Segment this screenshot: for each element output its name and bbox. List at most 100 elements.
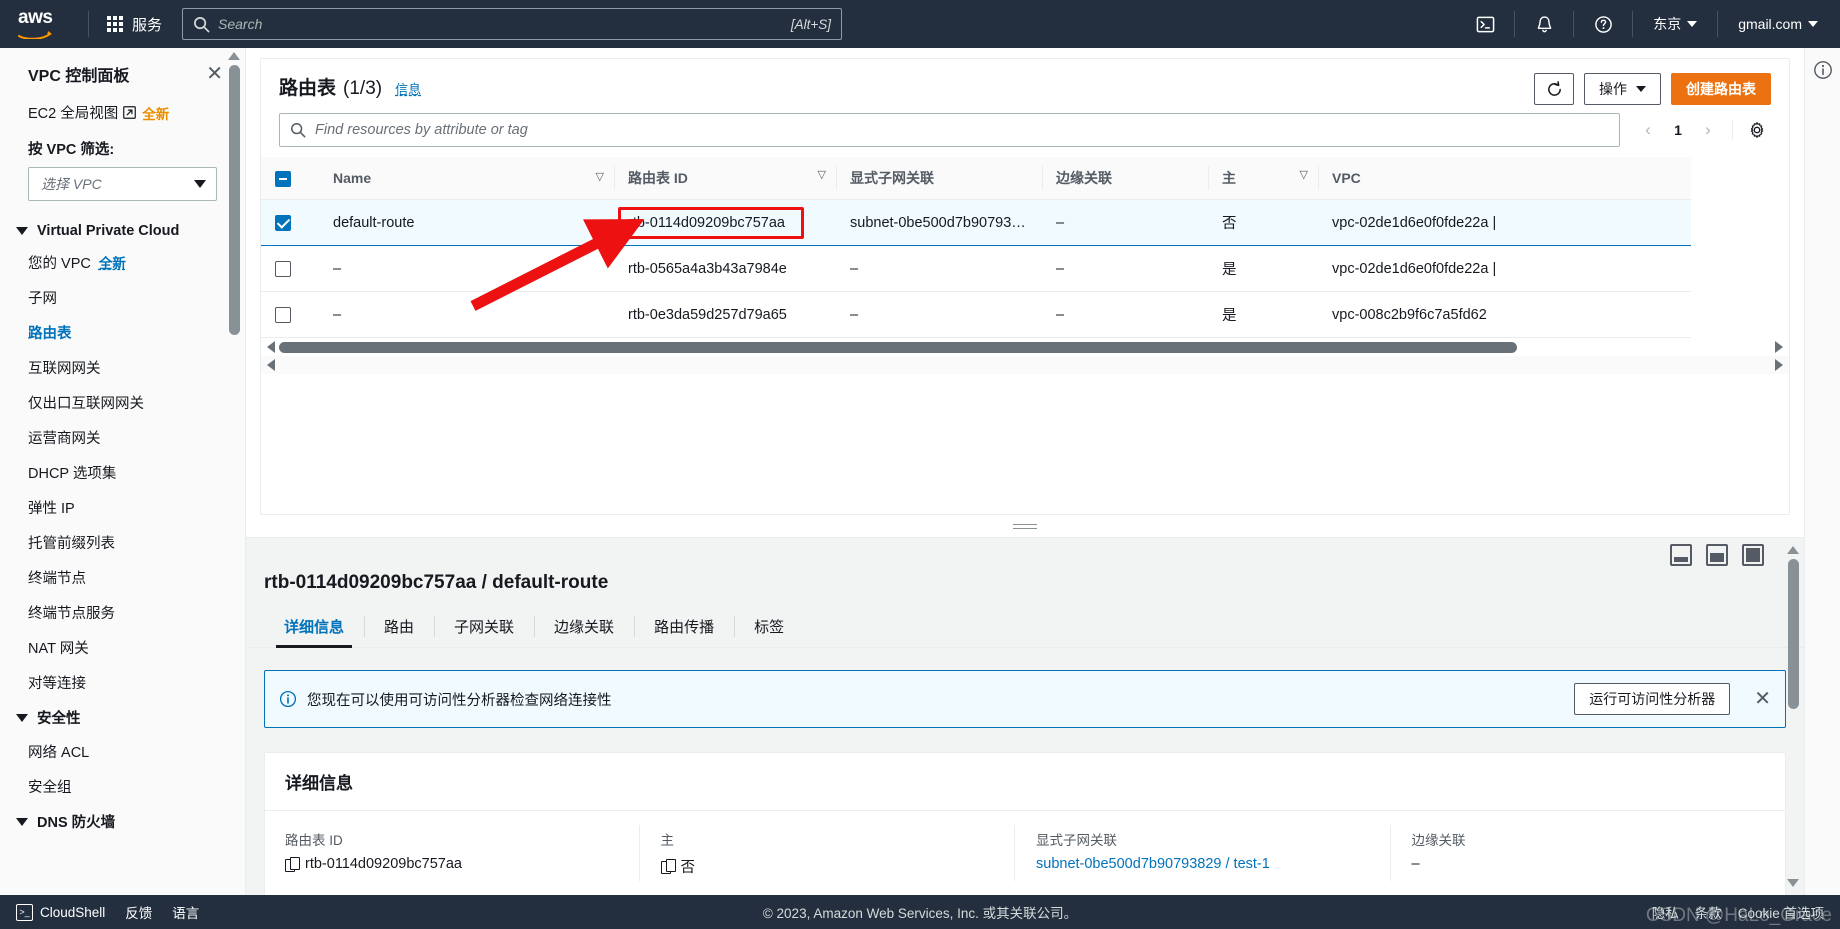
scrollbar-thumb[interactable] — [279, 341, 1518, 353]
account-menu[interactable]: gmail.com — [1730, 10, 1826, 38]
sidebar-item-managed-prefix-lists[interactable]: 托管前缀列表 — [0, 532, 245, 553]
table-row[interactable]: default-route rtb-0114d09209bc757aa subn… — [261, 199, 1691, 246]
sidebar-item-carrier-gateways[interactable]: 运营商网关 — [0, 427, 245, 448]
sidebar-item-route-tables[interactable]: 路由表 — [0, 322, 245, 343]
chevron-right-icon[interactable]: › — [1694, 116, 1722, 144]
page-number[interactable]: 1 — [1666, 122, 1690, 138]
cell-route-table-id[interactable]: rtb-0565a4a3b43a7984e — [614, 245, 836, 292]
cell-route-table-id[interactable]: rtb-0114d09209bc757aa — [614, 199, 836, 246]
scroll-down-arrow-icon[interactable] — [1787, 879, 1799, 887]
refresh-button[interactable] — [1534, 73, 1574, 105]
bell-notification-icon[interactable] — [1527, 7, 1561, 41]
panel-splitter-handle[interactable] — [246, 515, 1804, 537]
sidebar-group-security[interactable]: 安全性 — [0, 707, 245, 728]
scrollbar-thumb[interactable] — [228, 65, 240, 335]
column-header-vpc[interactable]: VPC — [1318, 157, 1691, 200]
sort-icon[interactable]: ▽ — [596, 170, 604, 183]
chevron-left-icon[interactable]: ‹ — [1634, 116, 1662, 144]
scrollbar-thumb[interactable] — [1787, 559, 1799, 709]
sidebar-item-subnets[interactable]: 子网 — [0, 287, 245, 308]
tab-subnet-associations[interactable]: 子网关联 — [434, 606, 534, 647]
sort-icon[interactable]: ▽ — [1300, 168, 1308, 181]
sidebar-group-virtual-private-cloud[interactable]: Virtual Private Cloud — [0, 223, 245, 239]
row-checkbox[interactable] — [275, 214, 291, 231]
actions-dropdown-button[interactable]: 操作 — [1584, 73, 1661, 105]
feedback-link[interactable]: 反馈 — [125, 902, 152, 922]
info-link[interactable]: 信息 — [395, 79, 421, 98]
scroll-left-arrow-icon[interactable] — [267, 341, 275, 353]
vpc-filter-select[interactable]: 选择 VPC — [28, 167, 217, 201]
scroll-left-arrow-icon[interactable] — [267, 359, 275, 371]
scroll-up-arrow-icon[interactable] — [1787, 546, 1799, 554]
sidebar-item-endpoints[interactable]: 终端节点 — [0, 567, 245, 588]
tab-routes[interactable]: 路由 — [364, 606, 434, 647]
column-header-route-table-id[interactable]: 路由表 ID ▽ — [614, 157, 836, 200]
scroll-up-arrow-icon[interactable] — [228, 52, 240, 60]
sidebar-item-internet-gateways[interactable]: 互联网网关 — [0, 357, 245, 378]
copy-icon[interactable] — [660, 859, 676, 874]
close-icon[interactable]: ✕ — [206, 64, 223, 84]
close-icon[interactable]: ✕ — [1754, 689, 1771, 709]
table-horizontal-scrollbar[interactable] — [261, 338, 1789, 356]
gear-icon[interactable] — [1743, 116, 1771, 144]
tab-route-propagation[interactable]: 路由传播 — [634, 606, 734, 647]
field-value[interactable]: subnet-0be500d7b90793829 / test-1 — [1036, 856, 1270, 872]
cloudshell-icon[interactable] — [1468, 7, 1502, 41]
global-search-box[interactable]: [Alt+S] — [182, 8, 843, 40]
panel-size-large-icon[interactable] — [1742, 544, 1764, 566]
cell-vpc[interactable]: vpc-02de1d6e0f0fde22a | — [1318, 199, 1691, 246]
table-row[interactable]: – rtb-0565a4a3b43a7984e – – 是 vpc-02de1d… — [261, 245, 1691, 292]
sidebar-item-elastic-ips[interactable]: 弹性 IP — [0, 497, 245, 518]
resource-search-box[interactable] — [279, 113, 1620, 147]
table-row[interactable]: – rtb-0e3da59d257d79a65 – – 是 vpc-008c2b… — [261, 291, 1691, 338]
resource-search-input[interactable] — [315, 122, 1609, 138]
row-checkbox[interactable] — [275, 306, 291, 323]
column-header-explicit-subnet-assoc[interactable]: 显式子网关联 — [836, 157, 1042, 200]
select-all-checkbox[interactable] — [275, 170, 291, 187]
column-header-name[interactable]: Name ▽ — [319, 157, 614, 200]
panel-size-small-icon[interactable] — [1670, 544, 1692, 566]
sidebar-item-peering-connections[interactable]: 对等连接 — [0, 672, 245, 693]
scroll-right-arrow-icon[interactable] — [1775, 359, 1783, 371]
sort-icon[interactable]: ▽ — [818, 168, 826, 181]
cell-route-table-id[interactable]: rtb-0e3da59d257d79a65 — [614, 291, 836, 338]
cloudshell-button[interactable]: >_ CloudShell — [16, 903, 105, 921]
help-question-icon[interactable] — [1586, 7, 1620, 41]
sidebar-item-ec2-global-view[interactable]: EC2 全局视图 全新 — [0, 102, 245, 123]
sidebar-item-endpoint-services[interactable]: 终端节点服务 — [0, 602, 245, 623]
sidebar-item-egress-only-internet-gateways[interactable]: 仅出口互联网网关 — [0, 392, 245, 413]
sidebar-item-nat-gateways[interactable]: NAT 网关 — [0, 637, 245, 658]
info-circle-icon[interactable] — [1813, 60, 1833, 895]
detail-scrollbar[interactable] — [1787, 546, 1799, 887]
aws-logo[interactable]: aws — [18, 8, 62, 40]
sidebar-item-security-groups[interactable]: 安全组 — [0, 776, 245, 797]
services-menu-button[interactable]: 服务 — [101, 9, 168, 40]
region-selector[interactable]: 东京 — [1645, 8, 1705, 40]
language-link[interactable]: 语言 — [172, 902, 199, 922]
global-search-input[interactable] — [218, 16, 785, 32]
sidebar-item-your-vpcs[interactable]: 您的 VPC 全新 — [0, 252, 245, 273]
run-reachability-analyzer-button[interactable]: 运行可访问性分析器 — [1574, 683, 1731, 715]
table-horizontal-scrollbar-secondary[interactable] — [261, 356, 1789, 374]
sidebar-item-network-acls[interactable]: 网络 ACL — [0, 741, 245, 762]
sidebar-item-dhcp-option-sets[interactable]: DHCP 选项集 — [0, 462, 245, 483]
privacy-link[interactable]: 隐私 — [1652, 902, 1679, 922]
cookie-preferences-link[interactable]: Cookie 首选项 — [1738, 902, 1824, 922]
sidebar-group-dns-firewall[interactable]: DNS 防火墙 — [0, 811, 245, 832]
scrollbar-track[interactable] — [279, 341, 1771, 353]
cell-vpc[interactable]: vpc-008c2b9f6c7a5fd62 — [1318, 291, 1691, 338]
cell-subnet-assoc[interactable]: subnet-0be500d7b90793… — [836, 199, 1042, 246]
column-header-main[interactable]: 主 ▽ — [1208, 157, 1318, 200]
cell-vpc[interactable]: vpc-02de1d6e0f0fde22a | — [1318, 245, 1691, 292]
sidebar-scrollbar[interactable] — [228, 52, 240, 895]
copy-icon[interactable] — [285, 856, 300, 872]
scrollbar-track[interactable] — [279, 360, 1771, 371]
scroll-right-arrow-icon[interactable] — [1775, 341, 1783, 353]
create-route-table-button[interactable]: 创建路由表 — [1671, 73, 1771, 105]
column-header-edge-assoc[interactable]: 边缘关联 — [1042, 157, 1208, 200]
panel-size-medium-icon[interactable] — [1706, 544, 1728, 566]
tab-edge-associations[interactable]: 边缘关联 — [534, 606, 634, 647]
tab-details[interactable]: 详细信息 — [264, 606, 364, 648]
tab-tags[interactable]: 标签 — [734, 606, 804, 647]
terms-link[interactable]: 条款 — [1695, 902, 1722, 922]
